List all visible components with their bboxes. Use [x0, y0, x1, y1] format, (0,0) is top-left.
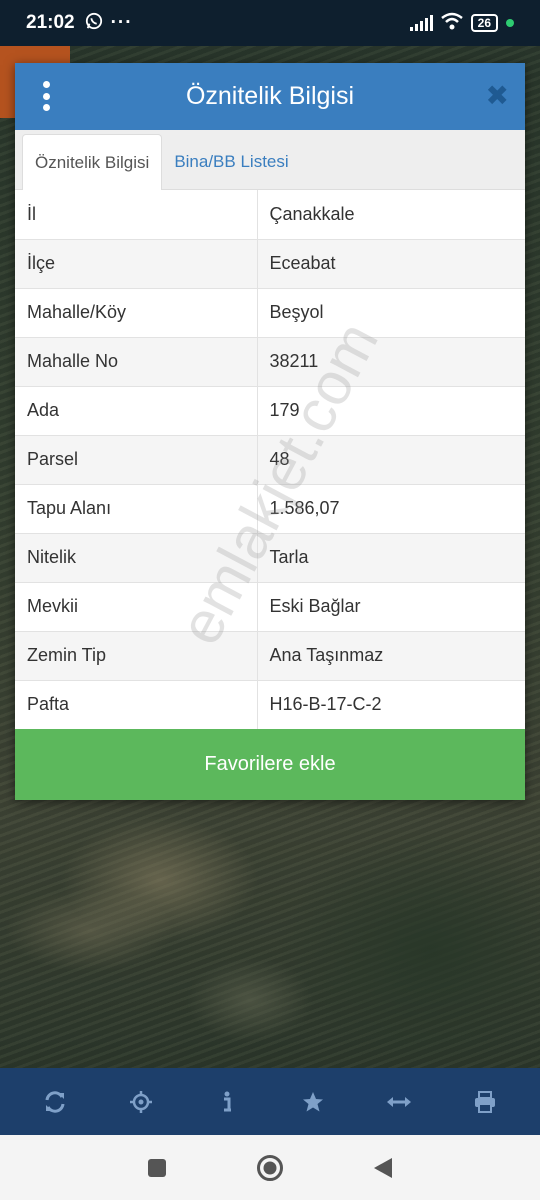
attribute-key: Parsel [15, 435, 258, 485]
info-icon[interactable] [207, 1082, 247, 1122]
table-row: Zemin Tip Ana Taşınmaz [15, 631, 525, 681]
star-icon[interactable] [293, 1082, 333, 1122]
table-row: İl Çanakkale [15, 190, 525, 240]
tab-bar: Öznitelik Bilgisi Bina/BB Listesi [15, 130, 525, 190]
attribute-table: İl Çanakkale İlçe Eceabat Mahalle/Köy Beşyol M… [15, 190, 525, 730]
home-icon[interactable] [250, 1148, 290, 1188]
attribute-key: Tapu Alanı [15, 484, 258, 534]
refresh-icon[interactable] [35, 1082, 75, 1122]
attribute-key: Zemin Tip [15, 631, 258, 681]
attribute-value: Beşyol [257, 288, 525, 338]
status-time: 21:02 [26, 12, 75, 33]
tab-building-list[interactable]: Bina/BB Listesi [162, 134, 300, 189]
dialog-header: Öznitelik Bilgisi ✖ [15, 63, 525, 130]
attribute-value: H16-B-17-C-2 [257, 680, 525, 730]
recents-icon[interactable] [137, 1148, 177, 1188]
table-row: Ada 179 [15, 386, 525, 436]
table-row: Tapu Alanı 1.586,07 [15, 484, 525, 534]
attribute-value: Eceabat [257, 239, 525, 289]
battery-icon: 26 [470, 14, 498, 32]
attribute-value: 48 [257, 435, 525, 485]
whatsapp-icon [85, 12, 103, 35]
back-icon[interactable] [363, 1148, 403, 1188]
dialog-title: Öznitelik Bilgisi [185, 82, 355, 110]
table-row: Mahalle No 38211 [15, 337, 525, 387]
add-to-favorites-button[interactable]: Favorilere ekle [15, 729, 525, 800]
attribute-value: Çanakkale [257, 190, 525, 240]
system-nav-bar [0, 1135, 540, 1200]
table-row: Nitelik Tarla [15, 533, 525, 583]
table-row: İlçe Eceabat [15, 239, 525, 289]
more-notifications-icon: ··· [110, 12, 133, 33]
table-row: Pafta H16-B-17-C-2 [15, 680, 525, 730]
attribute-key: Nitelik [15, 533, 258, 583]
wifi-icon [440, 12, 463, 35]
attribute-value: 179 [257, 386, 525, 436]
locate-icon[interactable] [121, 1082, 161, 1122]
signal-icon [409, 15, 433, 31]
attribute-key: Mahalle/Köy [15, 288, 258, 338]
tab-attribute-info[interactable]: Öznitelik Bilgisi [22, 134, 163, 190]
attribute-value: Tarla [257, 533, 525, 583]
measure-icon[interactable] [379, 1082, 419, 1122]
attribute-key: Mevkii [15, 582, 258, 632]
close-icon[interactable]: ✖ [486, 81, 509, 111]
attribute-key: İlçe [15, 239, 258, 289]
attribute-value: Eski Bağlar [257, 582, 525, 632]
table-row: Mahalle/Köy Beşyol [15, 288, 525, 338]
attribute-dialog: Öznitelik Bilgisi ✖ Öznitelik Bilgisi Bi… [15, 63, 525, 800]
print-icon[interactable] [465, 1082, 505, 1122]
attribute-value: 38211 [257, 337, 525, 387]
attribute-value: 1.586,07 [257, 484, 525, 534]
attribute-value: Ana Taşınmaz [257, 631, 525, 681]
vertical-dots-icon[interactable] [41, 81, 51, 111]
status-bar: 21:02 ··· 26 [0, 0, 540, 46]
attribute-key: Ada [15, 386, 258, 436]
privacy-indicator-icon [506, 19, 514, 27]
table-row: Parsel 48 [15, 435, 525, 485]
attribute-key: Pafta [15, 680, 258, 730]
attribute-key: İl [15, 190, 258, 240]
table-row: Mevkii Eski Bağlar [15, 582, 525, 632]
map-toolbar [0, 1068, 540, 1135]
attribute-key: Mahalle No [15, 337, 258, 387]
